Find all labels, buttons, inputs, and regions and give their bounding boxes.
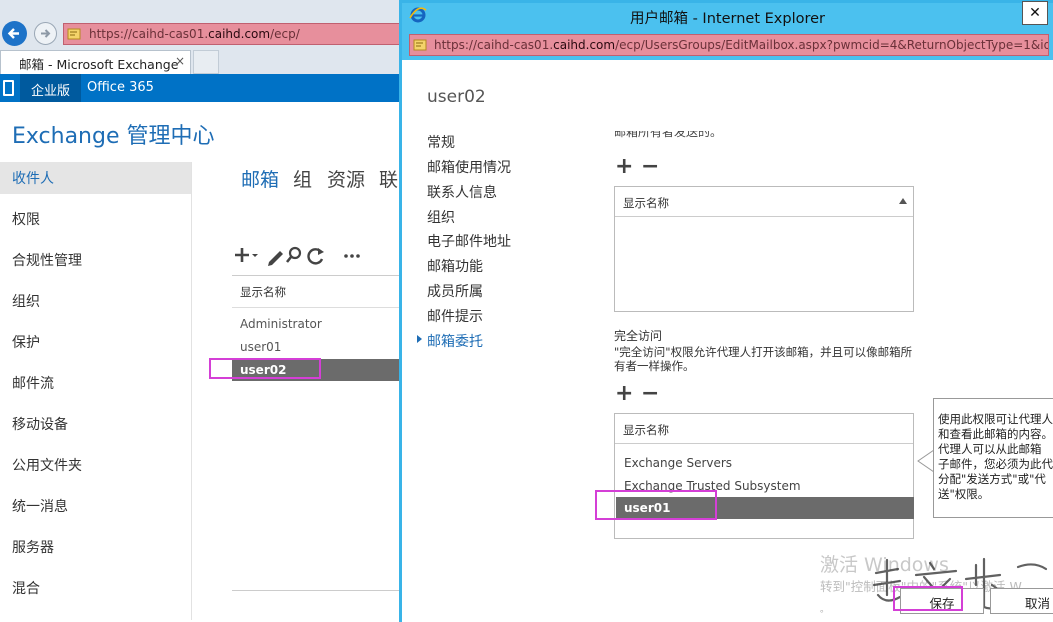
- grid-column-header[interactable]: 显示名称: [615, 414, 913, 444]
- highlight-box: [893, 586, 963, 611]
- nav-item-protection[interactable]: 保护: [0, 326, 191, 358]
- nav-item-recipients[interactable]: 收件人: [0, 162, 191, 194]
- popup-nav-member-of[interactable]: 成员所属: [427, 281, 483, 301]
- url-suffix: /ecp/: [270, 27, 300, 41]
- nav-item-unified-messaging[interactable]: 统一消息: [0, 490, 191, 522]
- popup-nav-mailbox-delegation[interactable]: 邮箱委托: [427, 331, 483, 351]
- forward-arrow-icon: [41, 29, 51, 38]
- tab-resources[interactable]: 资源: [327, 165, 365, 192]
- active-nav-arrow-icon: [417, 335, 422, 343]
- highlight-box: [209, 358, 321, 379]
- certificate-error-icon: [67, 28, 81, 40]
- left-nav: 收件人 权限 合规性管理 组织 保护 邮件流 移动设备 公用文件夹 统一消息 服…: [0, 162, 191, 622]
- tooltip-line: 和查看此邮箱的内容。: [938, 427, 1053, 441]
- url-suffix: /ecp/UsersGroups/EditMailbox.aspx?pwmcid…: [615, 38, 1049, 52]
- banner-office365-link[interactable]: Office 365: [87, 80, 154, 95]
- grid-column-header[interactable]: 显示名称: [615, 187, 913, 217]
- highlight-box: [595, 490, 717, 520]
- address-bar[interactable]: https://caihd-cas01.caihd.com/ecp/: [63, 23, 400, 45]
- nav-item-servers[interactable]: 服务器: [0, 531, 191, 563]
- back-button[interactable]: [2, 21, 27, 46]
- list-bottom-divider: [232, 590, 400, 591]
- list-row[interactable]: Administrator: [232, 313, 400, 335]
- banner-enterprise-link[interactable]: 企业版: [20, 74, 82, 102]
- popup-title: 用户邮箱 - Internet Explorer: [629, 11, 825, 27]
- send-on-behalf-description: 邮箱所有者发送的。: [614, 131, 723, 139]
- nav-item-mobile[interactable]: 移动设备: [0, 408, 191, 440]
- tooltip-line: 子邮件，您必须为此代: [938, 457, 1053, 471]
- remove-icon[interactable]: −: [641, 156, 659, 178]
- nav-item-mail-flow[interactable]: 邮件流: [0, 367, 191, 399]
- mailbox-heading: user02: [427, 87, 486, 107]
- nav-divider: [191, 162, 192, 620]
- tab-mailbox[interactable]: 邮箱 - Microsoft Exchange ×: [0, 50, 191, 74]
- tab-groups[interactable]: 组: [293, 165, 312, 192]
- add-icon[interactable]: +: [615, 156, 633, 178]
- popup-close-button[interactable]: ✕: [1022, 1, 1048, 25]
- tab-title: 邮箱 - Microsoft Exchange: [19, 57, 179, 72]
- full-access-title: 完全访问: [614, 329, 663, 343]
- list-row[interactable]: user01: [232, 336, 400, 358]
- edit-pencil-icon[interactable]: [268, 251, 283, 266]
- url-prefix: https://caihd-cas01.: [89, 27, 209, 41]
- popup-nav-mailtip[interactable]: 邮件提示: [427, 306, 483, 326]
- full-access-description: "完全访问"权限允许代理人打开该邮箱，并且可以像邮箱所有者一样操作。: [614, 345, 913, 373]
- tab-close-icon[interactable]: ×: [175, 54, 185, 68]
- help-tooltip: 使用此权限可让代理人 和查看此邮箱的内容。 代理人可以从此邮箱 子邮件，您必须为…: [933, 398, 1053, 518]
- back-arrow-icon: [7, 28, 19, 39]
- popup-nav-organization[interactable]: 组织: [427, 207, 455, 227]
- url-domain: caihd.com: [553, 38, 616, 52]
- tooltip-line: 使用此权限可让代理人: [938, 412, 1053, 426]
- add-icon[interactable]: [235, 248, 258, 262]
- popup-nav-mailbox-features[interactable]: 邮箱功能: [427, 256, 483, 276]
- list-column-header[interactable]: 显示名称: [232, 275, 400, 308]
- page-title: Exchange 管理中心: [12, 124, 215, 149]
- sort-arrow-icon: [899, 198, 907, 204]
- remove-icon[interactable]: −: [641, 383, 659, 405]
- nav-item-permissions[interactable]: 权限: [0, 203, 191, 235]
- grid-row[interactable]: Exchange Servers: [616, 452, 914, 474]
- url-prefix: https://caihd-cas01.: [434, 38, 554, 52]
- refresh-icon[interactable]: [307, 248, 324, 265]
- popup-nav-mailbox-usage[interactable]: 邮箱使用情况: [427, 157, 511, 177]
- url-domain: caihd.com: [208, 27, 271, 41]
- tooltip-line: 送"权限。: [938, 487, 990, 501]
- tab-mailboxes[interactable]: 邮箱: [241, 165, 279, 192]
- popup-nav-email-address[interactable]: 电子邮件地址: [427, 231, 511, 251]
- watermark-dot: 。: [820, 605, 830, 615]
- nav-item-hybrid[interactable]: 混合: [0, 572, 191, 604]
- tab-contacts[interactable]: 联: [379, 165, 398, 192]
- full-access-grid: 显示名称 Exchange Servers Exchange Trusted S…: [614, 413, 914, 539]
- more-icon[interactable]: [344, 254, 360, 258]
- popup-nav: 常规 邮箱使用情况 联系人信息 组织 电子邮件地址 邮箱功能 成员所属 邮件提示…: [402, 128, 602, 368]
- nav-item-public-folders[interactable]: 公用文件夹: [0, 449, 191, 481]
- tooltip-line: 代理人可以从此邮箱: [938, 442, 1042, 456]
- office-logo-icon: [3, 80, 14, 96]
- cancel-button[interactable]: 取消: [990, 588, 1053, 614]
- add-icon[interactable]: +: [615, 383, 633, 405]
- nav-item-organization[interactable]: 组织: [0, 285, 191, 317]
- tooltip-line: 分配"发送方式"或"代: [938, 472, 1046, 486]
- popup-nav-general[interactable]: 常规: [427, 132, 455, 152]
- popup-address-bar[interactable]: https://caihd-cas01.caihd.com/ecp/UsersG…: [409, 34, 1049, 56]
- list-toolbar: [235, 246, 360, 266]
- certificate-error-icon: [413, 39, 427, 51]
- nav-item-compliance[interactable]: 合规性管理: [0, 244, 191, 276]
- popup-nav-contact-info[interactable]: 联系人信息: [427, 182, 497, 202]
- forward-button[interactable]: [34, 22, 57, 45]
- new-tab-button[interactable]: [193, 50, 219, 74]
- search-icon[interactable]: [285, 246, 302, 263]
- send-on-behalf-grid: 显示名称: [614, 186, 914, 312]
